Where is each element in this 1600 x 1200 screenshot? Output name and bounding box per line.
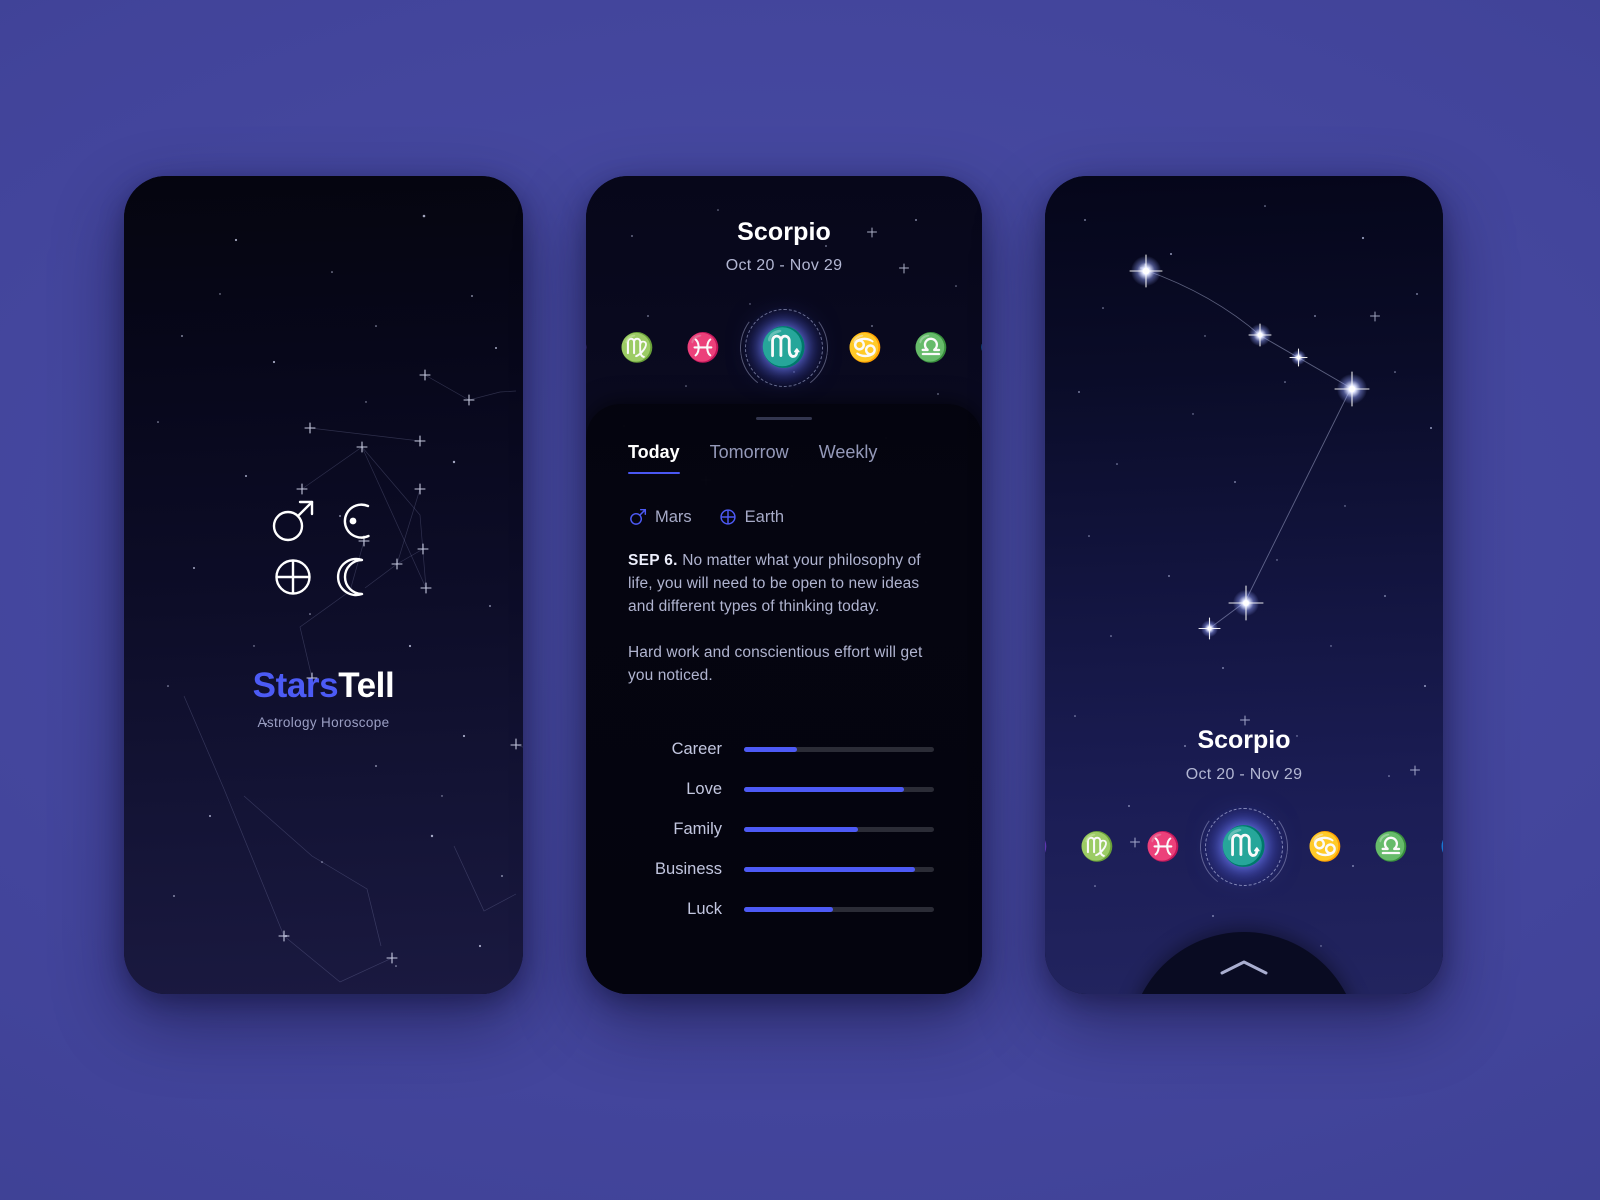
phone-splash-screen: StarsTell Astrology Horoscope	[124, 176, 523, 994]
planet-label: Earth	[744, 507, 785, 526]
zodiac-item-pisces[interactable]: ♓	[670, 304, 736, 392]
brand-primary: Stars	[252, 666, 339, 705]
virgo-glyph-icon: ♍	[619, 332, 655, 363]
zodiac-item-capricorn[interactable]: ♑	[1045, 803, 1064, 891]
sagittarius-glyph-icon: ♐	[1440, 833, 1443, 861]
zodiac-item-libra[interactable]: ♎	[1358, 803, 1424, 891]
phone-horoscope-detail-screen: Scorpio Oct 20 - Nov 29 ♑ ♍ ♓ ♏ ♋ ♎ ♐ Today Tom…	[586, 176, 982, 994]
sun-icon	[343, 503, 370, 539]
mars-icon	[272, 500, 313, 542]
cancer-glyph-icon: ♋	[1307, 831, 1343, 862]
earth-icon	[720, 509, 736, 525]
stat-label: Career	[671, 739, 722, 758]
horoscope-card-panel: Today Tomorrow Weekly Mars Earth SEP 6. …	[586, 404, 982, 994]
planet-chip-mars[interactable]: Mars	[628, 507, 692, 527]
earth-icon	[274, 559, 311, 595]
sign-date-range: Oct 20 - Nov 29	[1185, 766, 1303, 783]
zodiac-selected-scorpio[interactable]: ♏	[734, 298, 834, 398]
pisces-glyph-icon: ♓	[1145, 831, 1181, 862]
planet-label: Mars	[655, 507, 692, 526]
constellation-footer: Scorpio Oct 20 - Nov 29 ♑ ♍ ♓ ♏ ♋ ♎ ♐	[1045, 714, 1443, 994]
capricorn-glyph-icon: ♑	[586, 334, 588, 362]
stat-track	[744, 746, 934, 752]
stat-label: Love	[686, 779, 722, 798]
zodiac-item-virgo[interactable]: ♍	[604, 304, 670, 392]
libra-glyph-icon: ♎	[913, 332, 949, 363]
brand-secondary: Tell	[338, 666, 395, 705]
stat-fill	[744, 826, 858, 832]
sign-date-range: Oct 20 - Nov 29	[725, 257, 843, 274]
stat-row-family: Family	[586, 809, 940, 849]
period-tabs[interactable]: Today Tomorrow Weekly	[586, 420, 982, 474]
splash-logo-block: StarsTell Astrology Horoscope	[124, 494, 523, 730]
zodiac-item-libra[interactable]: ♎	[898, 304, 964, 392]
chevron-up-icon	[1220, 960, 1268, 975]
zodiac-selected-scorpio[interactable]: ♏	[1194, 797, 1294, 897]
zodiac-item-cancer[interactable]: ♋	[1292, 803, 1358, 891]
stat-fill	[744, 746, 798, 752]
tab-today[interactable]: Today	[628, 442, 680, 474]
horoscope-paragraph-1: SEP 6. No matter what your philosophy of…	[628, 549, 940, 618]
ruling-planets-row: Mars Earth	[586, 474, 982, 527]
app-tagline: Astrology Horoscope	[257, 715, 390, 730]
page-title: Scorpio	[737, 218, 831, 246]
stat-fill	[744, 786, 904, 792]
zodiac-item-sagittarius[interactable]: ♐	[964, 304, 982, 392]
zodiac-carousel[interactable]: ♑ ♍ ♓ ♏ ♋ ♎ ♐	[586, 298, 982, 398]
stat-row-luck: Luck	[586, 889, 940, 929]
horoscope-date-label: SEP 6.	[628, 552, 678, 569]
stat-track	[744, 866, 934, 872]
stat-track	[744, 826, 934, 832]
page-title: Scorpio	[1197, 726, 1291, 754]
horoscope-text-block: SEP 6. No matter what your philosophy of…	[586, 527, 982, 687]
life-area-stats: Career Love Family Business Luck	[586, 687, 982, 929]
zodiac-item-virgo[interactable]: ♍	[1064, 803, 1130, 891]
stat-label: Business	[655, 859, 722, 878]
scorpio-glyph-icon: ♏	[760, 327, 808, 369]
libra-glyph-icon: ♎	[1373, 831, 1409, 862]
pisces-glyph-icon: ♓	[685, 332, 721, 363]
zodiac-carousel[interactable]: ♑ ♍ ♓ ♏ ♋ ♎ ♐	[1045, 797, 1443, 897]
capricorn-glyph-icon: ♑	[1045, 833, 1048, 861]
horoscope-paragraph-2: Hard work and conscientious effort will …	[628, 644, 923, 685]
bottom-sheet-peek[interactable]	[1129, 932, 1359, 994]
stat-row-love: Love	[586, 769, 940, 809]
stat-fill	[744, 866, 915, 872]
stat-label: Family	[673, 819, 722, 838]
zodiac-item-pisces[interactable]: ♓	[1130, 803, 1196, 891]
cancer-glyph-icon: ♋	[847, 332, 883, 363]
stat-track	[744, 906, 934, 912]
app-brand-title: StarsTell	[253, 666, 395, 706]
zodiac-item-cancer[interactable]: ♋	[832, 304, 898, 392]
zodiac-item-sagittarius[interactable]: ♐	[1424, 803, 1443, 891]
stat-fill	[744, 906, 834, 912]
stat-label: Luck	[687, 899, 722, 918]
phone-constellation-screen: Scorpio Oct 20 - Nov 29 ♑ ♍ ♓ ♏ ♋ ♎ ♐	[1045, 176, 1443, 994]
virgo-glyph-icon: ♍	[1079, 831, 1115, 862]
stat-row-career: Career	[586, 729, 940, 769]
stat-track	[744, 786, 934, 792]
sagittarius-glyph-icon: ♐	[980, 334, 982, 362]
planet-chip-earth[interactable]: Earth	[718, 507, 784, 527]
tab-weekly[interactable]: Weekly	[819, 442, 878, 474]
stat-row-business: Business	[586, 849, 940, 889]
tab-tomorrow[interactable]: Tomorrow	[710, 442, 789, 474]
moon-icon	[336, 557, 363, 597]
sign-header: Scorpio Oct 20 - Nov 29	[586, 218, 982, 275]
mars-icon	[630, 508, 647, 525]
scorpio-glyph-icon: ♏	[1220, 826, 1268, 868]
planet-symbols-group	[266, 494, 382, 604]
zodiac-item-capricorn[interactable]: ♑	[586, 304, 604, 392]
